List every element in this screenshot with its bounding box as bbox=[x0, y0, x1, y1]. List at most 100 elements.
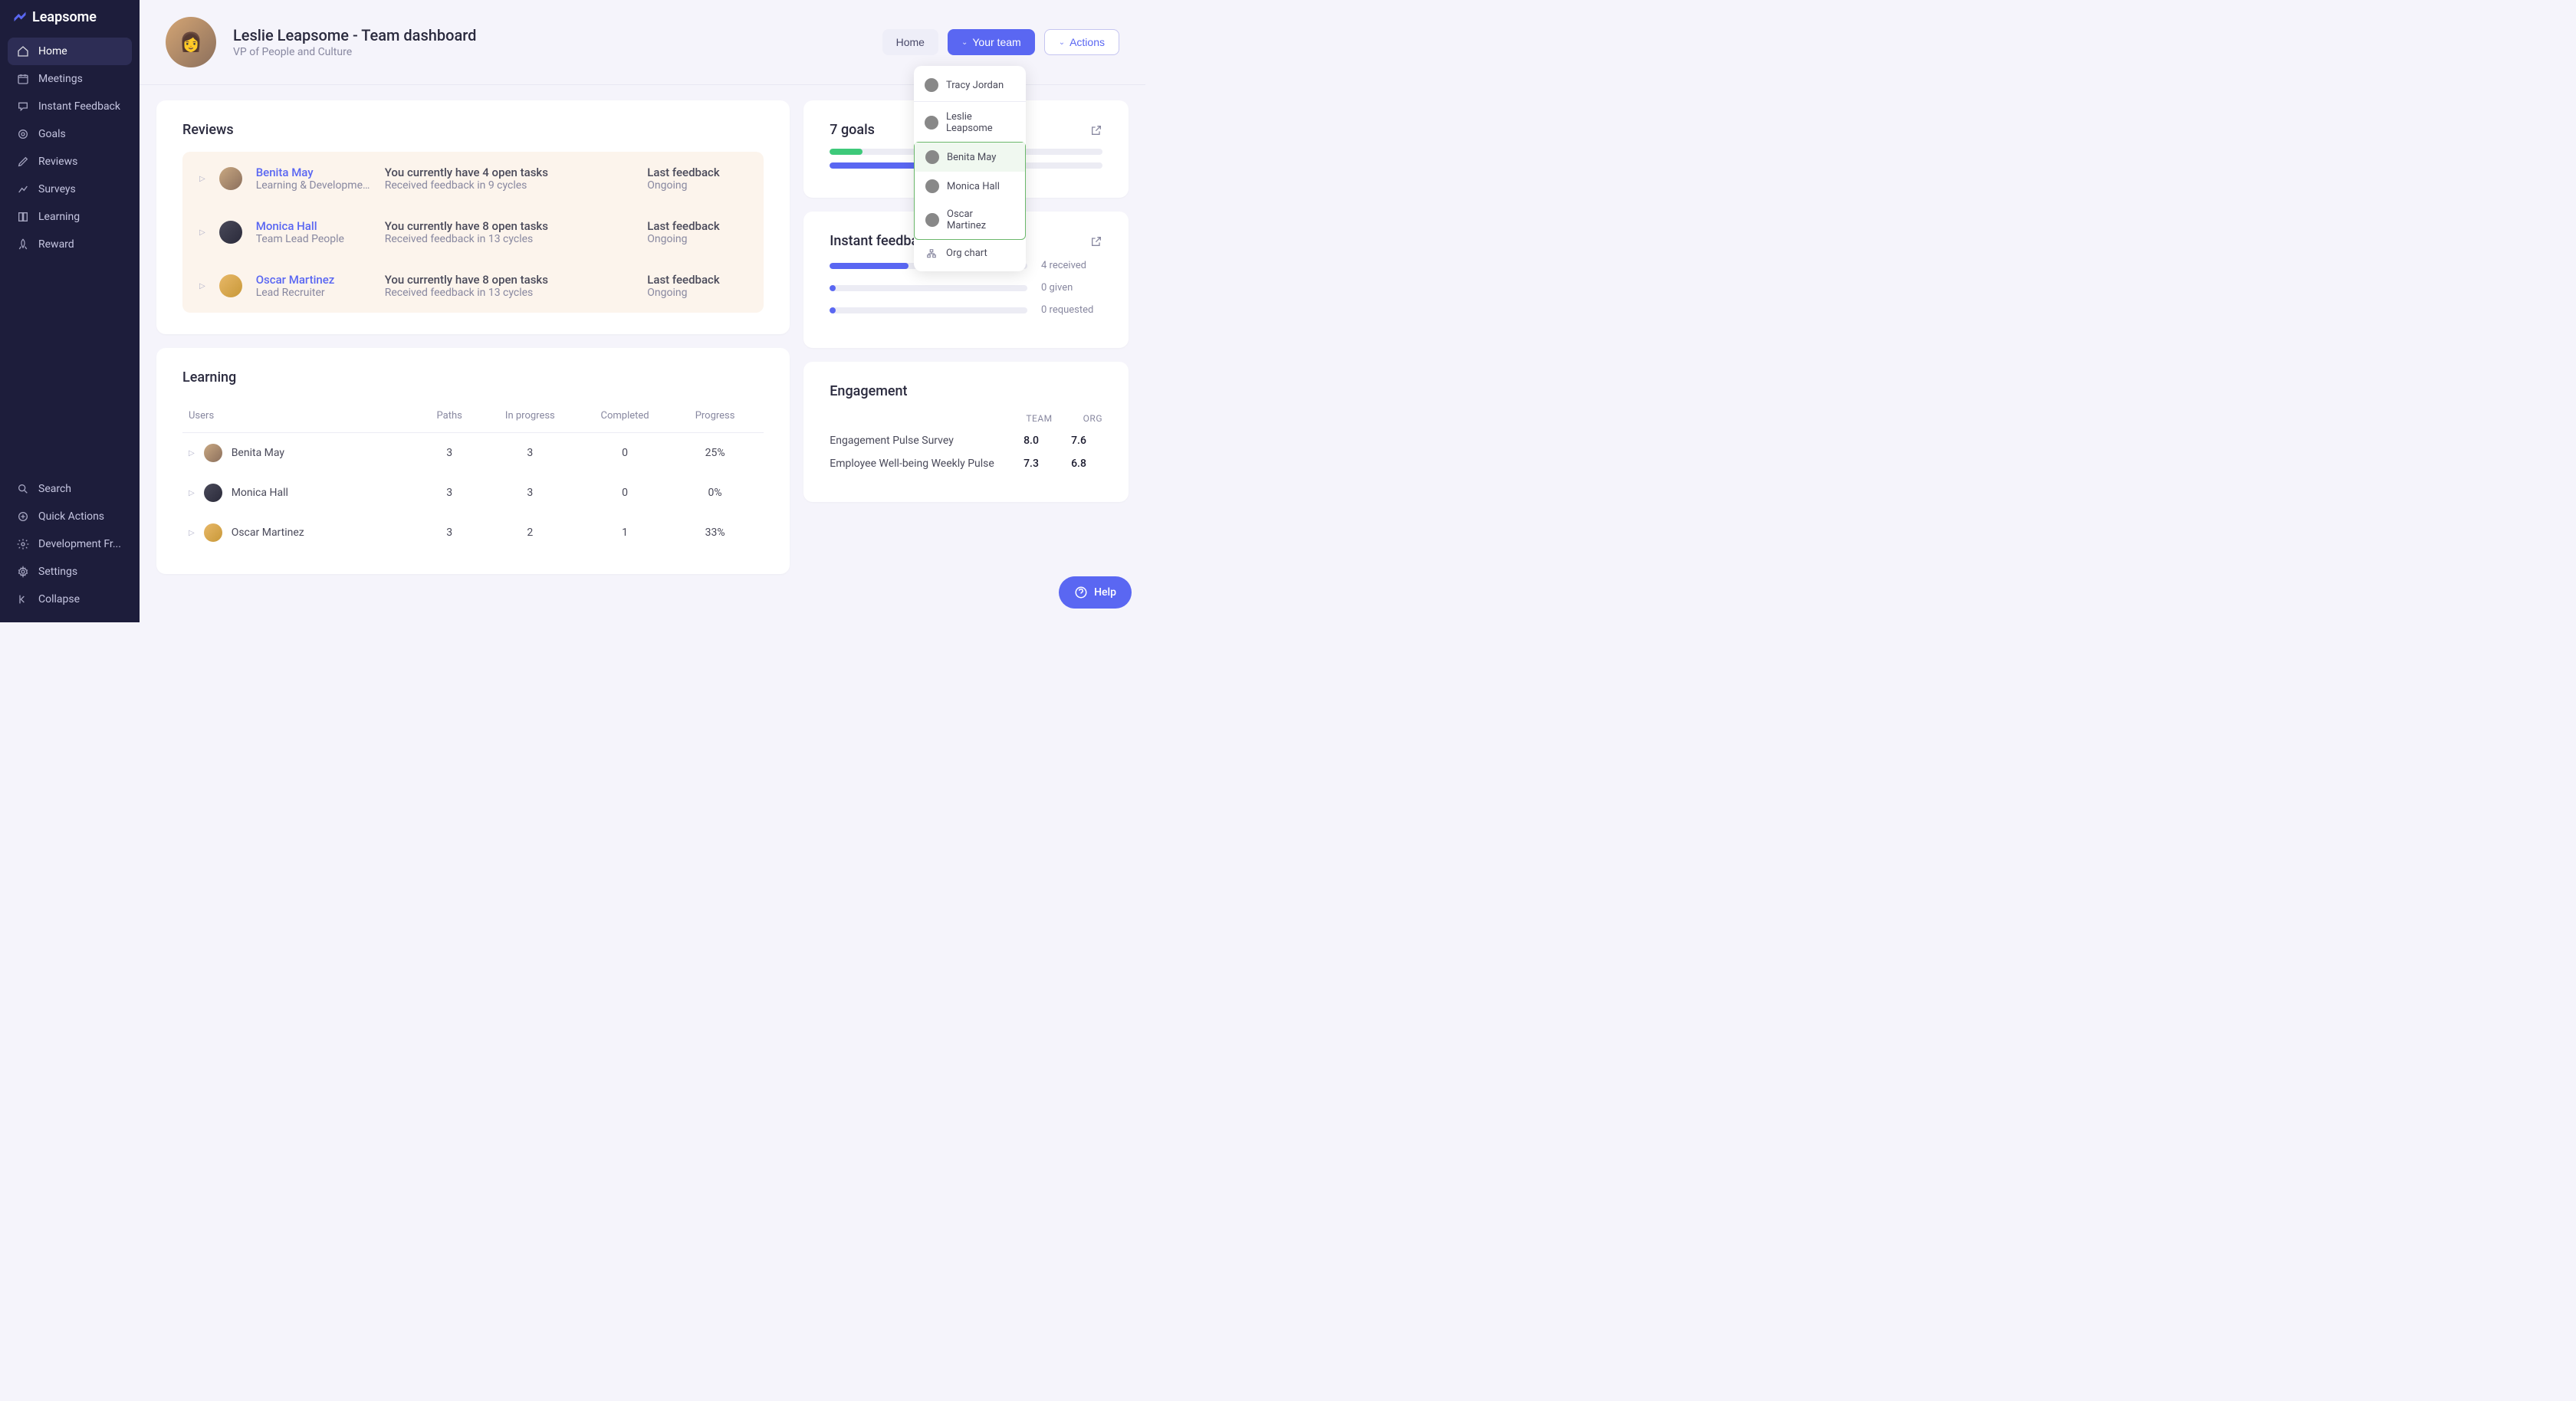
col-users: Users bbox=[189, 410, 416, 422]
actions-button[interactable]: ⌄Actions bbox=[1044, 29, 1119, 55]
dropdown-item-org-chart[interactable]: Org chart bbox=[914, 240, 1026, 267]
engagement-header: TEAM ORG bbox=[830, 413, 1102, 424]
external-link-icon[interactable] bbox=[1090, 124, 1102, 136]
review-name[interactable]: Oscar Martinez bbox=[256, 273, 371, 287]
learning-title: Learning bbox=[182, 369, 764, 386]
settings-icon bbox=[17, 566, 29, 578]
sidebar-item-reviews[interactable]: Reviews bbox=[8, 148, 132, 176]
review-row[interactable]: ▷ Oscar Martinez Lead Recruiter You curr… bbox=[182, 259, 764, 313]
team-dropdown: Tracy Jordan Leslie Leapsome Benita May bbox=[914, 66, 1026, 271]
review-role: Learning & Developmen... bbox=[256, 179, 371, 192]
sidebar-item-label: Home bbox=[38, 45, 67, 57]
table-row[interactable]: ▷ Oscar Martinez 3 2 1 33% bbox=[182, 513, 764, 553]
cell-paths: 3 bbox=[416, 527, 483, 539]
sidebar-item-label: Meetings bbox=[38, 73, 83, 85]
sidebar-item-quick-actions[interactable]: Quick Actions bbox=[8, 503, 132, 530]
review-role: Team Lead People bbox=[256, 233, 371, 245]
sidebar-item-instant-feedback[interactable]: Instant Feedback bbox=[8, 93, 132, 120]
dropdown-item-monica[interactable]: Monica Hall bbox=[915, 172, 1025, 201]
sidebar-item-surveys[interactable]: Surveys bbox=[8, 176, 132, 203]
dropdown-separator bbox=[914, 101, 1026, 102]
expand-icon[interactable]: ▷ bbox=[189, 529, 195, 537]
feedback-bar bbox=[830, 285, 1027, 291]
sidebar-item-goals[interactable]: Goals bbox=[8, 120, 132, 148]
cell-completed: 0 bbox=[577, 487, 672, 499]
org-chart-icon bbox=[925, 248, 938, 259]
col-paths: Paths bbox=[416, 410, 483, 422]
status-value: Ongoing bbox=[647, 287, 747, 299]
cell-progress: 0% bbox=[672, 487, 757, 499]
status-label: Last feedback bbox=[647, 166, 747, 179]
engagement-card: Engagement TEAM ORG Engagement Pulse Sur… bbox=[803, 362, 1129, 502]
table-row[interactable]: ▷ Benita May 3 3 0 25% bbox=[182, 433, 764, 473]
col-progress: Progress bbox=[672, 410, 757, 422]
engagement-title: Engagement bbox=[830, 383, 1102, 399]
sidebar-item-label: Learning bbox=[38, 211, 80, 223]
review-row[interactable]: ▷ Benita May Learning & Developmen... Yo… bbox=[182, 152, 764, 205]
edit-icon bbox=[17, 156, 29, 168]
sidebar-item-home[interactable]: Home bbox=[8, 38, 132, 65]
search-icon bbox=[17, 483, 29, 495]
logo[interactable]: Leapsome bbox=[8, 9, 132, 25]
your-team-button[interactable]: ⌄Your team bbox=[948, 29, 1035, 55]
feedback-label: 0 given bbox=[1041, 282, 1102, 294]
cell-paths: 3 bbox=[416, 487, 483, 499]
review-name[interactable]: Benita May bbox=[256, 166, 371, 179]
review-feedback: Received feedback in 13 cycles bbox=[385, 287, 634, 299]
feedback-bar bbox=[830, 307, 1027, 313]
status-label: Last feedback bbox=[647, 219, 747, 233]
feedback-label: 4 received bbox=[1041, 260, 1102, 271]
sidebar-item-collapse[interactable]: Collapse bbox=[8, 586, 132, 613]
sidebar-item-label: Reviews bbox=[38, 156, 77, 168]
rocket-icon bbox=[17, 238, 29, 251]
user-name: Benita May bbox=[232, 447, 284, 459]
dropdown-item-benita[interactable]: Benita May bbox=[915, 143, 1025, 172]
cell-in-progress: 3 bbox=[483, 487, 578, 499]
feedback-row: 0 requested bbox=[830, 304, 1102, 316]
sidebar-item-development[interactable]: Development Fr... bbox=[8, 530, 132, 558]
expand-icon[interactable]: ▷ bbox=[189, 449, 195, 458]
table-row[interactable]: ▷ Monica Hall 3 3 0 0% bbox=[182, 473, 764, 513]
sidebar-item-meetings[interactable]: Meetings bbox=[8, 65, 132, 93]
sidebar-item-label: Surveys bbox=[38, 183, 76, 195]
expand-icon[interactable]: ▷ bbox=[199, 228, 205, 237]
col-in-progress: In progress bbox=[483, 410, 578, 422]
sidebar-item-label: Reward bbox=[38, 238, 74, 251]
page-header: 👩 Leslie Leapsome - Team dashboard VP of… bbox=[140, 0, 1145, 85]
cell-progress: 33% bbox=[672, 527, 757, 539]
dropdown-item-tracy[interactable]: Tracy Jordan bbox=[914, 71, 1026, 100]
logo-text: Leapsome bbox=[32, 9, 97, 25]
review-tasks: You currently have 8 open tasks bbox=[385, 219, 634, 233]
chevron-down-icon: ⌄ bbox=[961, 38, 968, 47]
eng-team-val: 7.3 bbox=[1007, 458, 1055, 470]
avatar-icon bbox=[219, 274, 242, 297]
expand-icon[interactable]: ▷ bbox=[199, 175, 205, 183]
sidebar-item-settings[interactable]: Settings bbox=[8, 558, 132, 586]
dropdown-item-leslie[interactable]: Leslie Leapsome bbox=[914, 103, 1026, 142]
sidebar-item-reward[interactable]: Reward bbox=[8, 231, 132, 258]
eng-label: Employee Well-being Weekly Pulse bbox=[830, 458, 1007, 470]
review-feedback: Received feedback in 13 cycles bbox=[385, 233, 634, 245]
sidebar-item-label: Instant Feedback bbox=[38, 100, 120, 113]
chevron-down-icon: ⌄ bbox=[1059, 38, 1065, 47]
status-label: Last feedback bbox=[647, 273, 747, 287]
sidebar-item-label: Goals bbox=[38, 128, 66, 140]
sidebar-item-learning[interactable]: Learning bbox=[8, 203, 132, 231]
logo-icon bbox=[12, 10, 28, 25]
help-icon bbox=[1074, 586, 1088, 599]
book-icon bbox=[17, 211, 29, 223]
expand-icon[interactable]: ▷ bbox=[189, 489, 195, 497]
review-row[interactable]: ▷ Monica Hall Team Lead People You curre… bbox=[182, 205, 764, 259]
external-link-icon[interactable] bbox=[1090, 235, 1102, 248]
dropdown-item-oscar[interactable]: Oscar Martinez bbox=[915, 201, 1025, 239]
expand-icon[interactable]: ▷ bbox=[199, 282, 205, 290]
cell-progress: 25% bbox=[672, 447, 757, 459]
review-tasks: You currently have 4 open tasks bbox=[385, 166, 634, 179]
sidebar-item-search[interactable]: Search bbox=[8, 475, 132, 503]
avatar-icon bbox=[925, 213, 939, 227]
help-button[interactable]: Help bbox=[1059, 576, 1132, 609]
home-button[interactable]: Home bbox=[882, 29, 938, 55]
user-avatar: 👩 bbox=[166, 17, 216, 67]
review-name[interactable]: Monica Hall bbox=[256, 219, 371, 233]
review-role: Lead Recruiter bbox=[256, 287, 371, 299]
